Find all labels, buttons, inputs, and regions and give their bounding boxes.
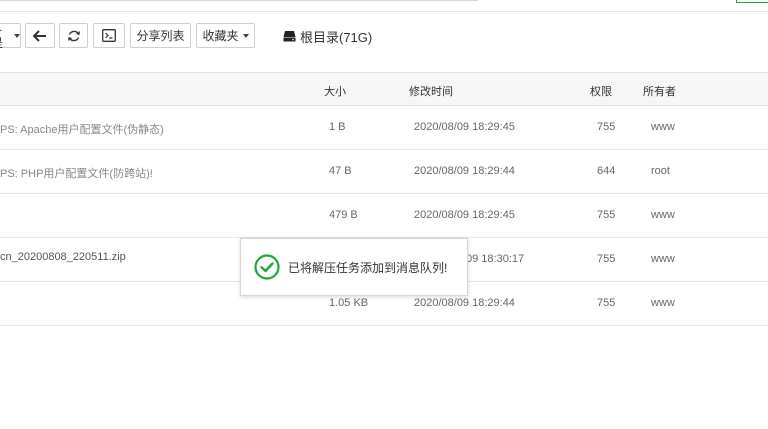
disk-icon xyxy=(283,31,296,42)
breadcrumb[interactable]: 根目录(71G) xyxy=(283,27,372,45)
chevron-down-icon xyxy=(242,33,249,38)
toolbar-top-border xyxy=(0,11,768,12)
column-owner[interactable]: 所有者 xyxy=(643,83,676,99)
favorites-label: 收藏夹 xyxy=(202,29,239,43)
table-row[interactable]: PS: PHP用户配置文件(防跨站)! 47 B 2020/08/09 18:2… xyxy=(0,150,768,194)
file-modified: 2020/08/09 18:29:45 xyxy=(414,209,515,221)
top-divider xyxy=(0,0,478,1)
toast-message: 已将解压任务添加到消息队列! xyxy=(288,260,448,275)
file-permission[interactable]: 755 xyxy=(597,253,615,265)
file-name[interactable]: PS: PHP用户配置文件(防跨站)! xyxy=(0,165,153,181)
green-button-edge[interactable] xyxy=(736,0,768,3)
file-owner[interactable]: www xyxy=(651,121,675,133)
file-owner[interactable]: www xyxy=(651,297,675,309)
check-circle-icon xyxy=(254,254,280,280)
file-size: 1.05 KB xyxy=(329,297,369,309)
file-name[interactable]: PS: Apache用户配置文件(伪静态) xyxy=(0,121,164,137)
terminal-icon xyxy=(102,29,116,42)
file-modified: 2020/08/09 18:29:45 xyxy=(414,121,515,133)
table-header: 大小 修改时间 权限 所有者 xyxy=(0,72,768,106)
file-permission[interactable]: 755 xyxy=(597,297,615,309)
refresh-button[interactable] xyxy=(59,23,88,48)
table-row[interactable]: 479 B 2020/08/09 18:29:45 755 www xyxy=(0,194,768,238)
file-modified: 2020/08/09 18:29:44 xyxy=(414,297,515,309)
file-size: 47 B xyxy=(329,165,352,177)
file-size: 1 B xyxy=(329,121,346,133)
partial-dropdown-label: …是 xyxy=(0,20,10,51)
file-modified: 09 18:30:17 xyxy=(466,253,525,265)
file-name[interactable]: cn_20200808_220511.zip xyxy=(0,251,126,263)
file-permission[interactable]: 644 xyxy=(597,165,615,177)
favorites-button[interactable]: 收藏夹 xyxy=(196,23,255,48)
chevron-down-icon xyxy=(14,33,20,38)
column-permission[interactable]: 权限 xyxy=(590,83,612,99)
file-owner[interactable]: www xyxy=(651,209,675,221)
table-row[interactable]: PS: Apache用户配置文件(伪静态) 1 B 2020/08/09 18:… xyxy=(0,106,768,150)
file-modified: 2020/08/09 18:29:44 xyxy=(414,165,515,177)
file-owner[interactable]: www xyxy=(651,253,675,265)
back-button[interactable] xyxy=(25,23,55,48)
success-toast: 已将解压任务添加到消息队列! xyxy=(240,238,468,296)
file-size: 479 B xyxy=(329,209,358,221)
partial-dropdown-button[interactable]: …是 xyxy=(0,20,21,51)
file-permission[interactable]: 755 xyxy=(597,209,615,221)
share-list-label: 分享列表 xyxy=(136,29,185,43)
file-owner[interactable]: root xyxy=(651,165,670,177)
share-list-button[interactable]: 分享列表 xyxy=(130,23,191,48)
column-size[interactable]: 大小 xyxy=(324,83,346,99)
back-arrow-icon xyxy=(33,29,46,42)
terminal-button[interactable] xyxy=(93,23,125,48)
file-permission[interactable]: 755 xyxy=(597,121,615,133)
root-directory-label[interactable]: 根目录(71G) xyxy=(300,27,372,46)
column-modified[interactable]: 修改时间 xyxy=(409,83,453,99)
refresh-icon xyxy=(67,30,80,41)
